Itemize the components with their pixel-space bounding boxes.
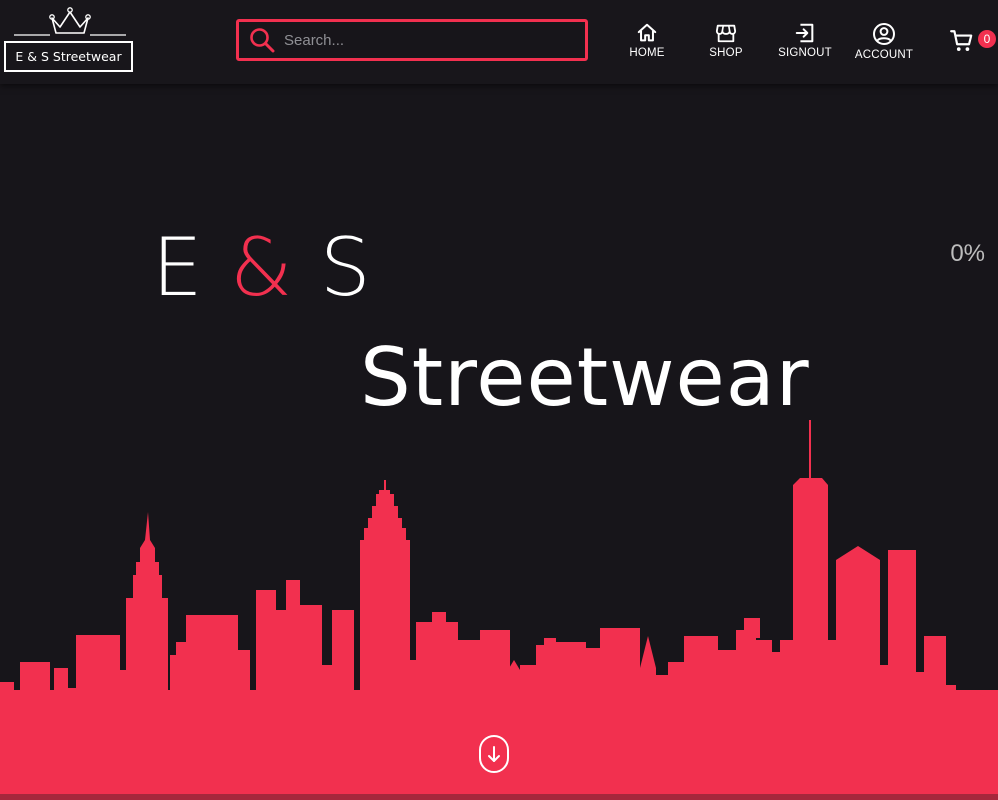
nav-shop-label: SHOP — [709, 47, 743, 59]
nav-signout-label: SIGNOUT — [778, 47, 832, 59]
hero-title-e: E — [152, 221, 204, 314]
scroll-progress-text: 0% — [950, 240, 985, 267]
hero-title-s: S — [319, 221, 372, 314]
hero-title: E & S — [152, 228, 372, 308]
cart-icon — [950, 30, 973, 51]
shop-icon — [715, 24, 737, 43]
cart-button[interactable]: 0 — [949, 28, 997, 56]
nav-home-label: HOME — [629, 47, 665, 59]
hero-subtitle: Streetwear — [360, 331, 810, 424]
search-bar — [236, 19, 588, 61]
nav-signout[interactable]: SIGNOUT — [770, 22, 840, 66]
scroll-down-button[interactable] — [478, 734, 510, 774]
signout-icon — [795, 23, 814, 43]
search-input[interactable] — [284, 22, 579, 58]
header: E & S Streetwear HOME SHOP — [0, 0, 998, 84]
arrow-down-icon — [479, 735, 509, 773]
nav-account-label: ACCOUNT — [854, 49, 914, 61]
brand-logo[interactable]: E & S Streetwear — [0, 0, 140, 80]
nav-shop[interactable]: SHOP — [691, 22, 761, 66]
brand-logo-text: E & S Streetwear — [4, 41, 133, 72]
crown-icon — [14, 7, 126, 36]
home-icon — [637, 23, 657, 42]
page: E & S Streetwear HOME SHOP — [0, 0, 998, 800]
search-icon — [250, 28, 275, 53]
cart-count-badge: 0 — [978, 30, 996, 48]
nav-account[interactable]: ACCOUNT — [849, 22, 919, 66]
hero-title-ampersand: & — [229, 221, 294, 314]
account-icon — [873, 23, 895, 45]
nav-home[interactable]: HOME — [612, 22, 682, 66]
